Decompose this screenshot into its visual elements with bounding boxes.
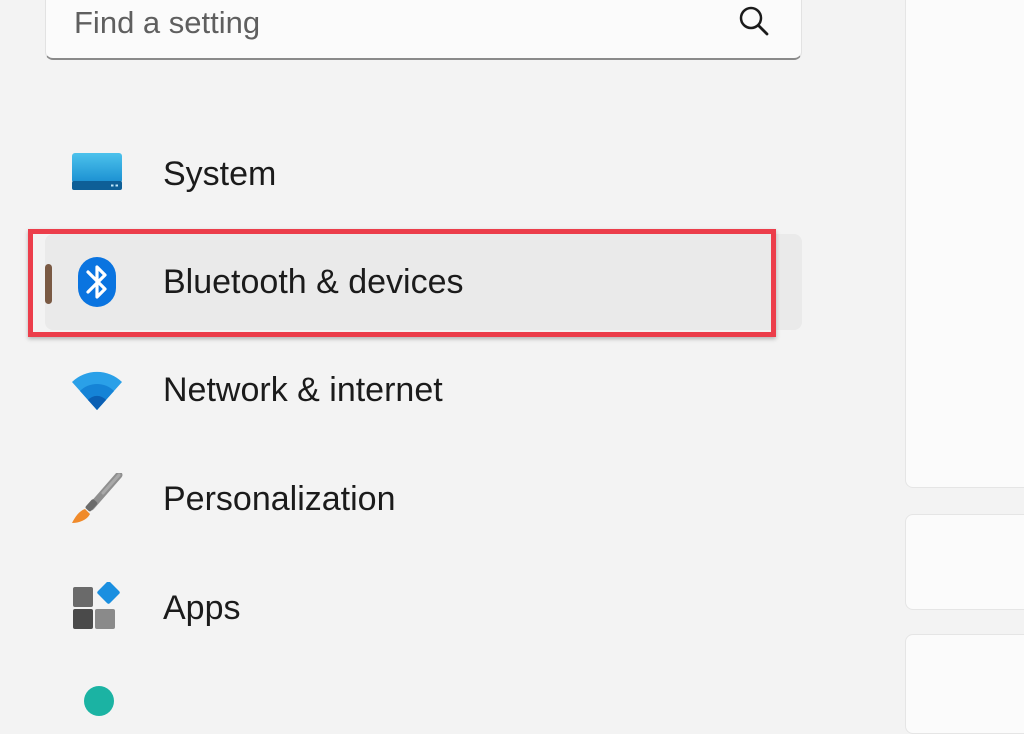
nav-item-bluetooth-devices[interactable]: Bluetooth & devices xyxy=(45,234,802,330)
content-card xyxy=(905,514,1024,610)
system-monitor-icon xyxy=(72,153,122,190)
nav-item-apps[interactable]: Apps xyxy=(45,560,802,656)
paintbrush-icon xyxy=(72,473,123,523)
nav-label-bluetooth-devices: Bluetooth & devices xyxy=(163,263,464,301)
settings-nav: System Bluetooth & devices Network & int… xyxy=(0,0,810,716)
nav-item-personalization[interactable]: Personalization xyxy=(45,451,802,547)
nav-label-apps: Apps xyxy=(163,589,241,627)
nav-item-network-internet[interactable]: Network & internet xyxy=(45,342,802,438)
nav-label-network-internet: Network & internet xyxy=(163,371,443,409)
nav-item-system[interactable]: System xyxy=(45,126,802,222)
content-card xyxy=(905,634,1024,734)
nav-label-personalization: Personalization xyxy=(163,480,396,518)
bluetooth-icon xyxy=(78,257,116,307)
nav-label-system: System xyxy=(163,155,277,193)
nav-item-partial[interactable] xyxy=(84,686,114,716)
selection-indicator xyxy=(45,264,52,304)
apps-icon xyxy=(73,582,120,629)
wifi-icon xyxy=(72,371,122,410)
content-card xyxy=(905,0,1024,488)
